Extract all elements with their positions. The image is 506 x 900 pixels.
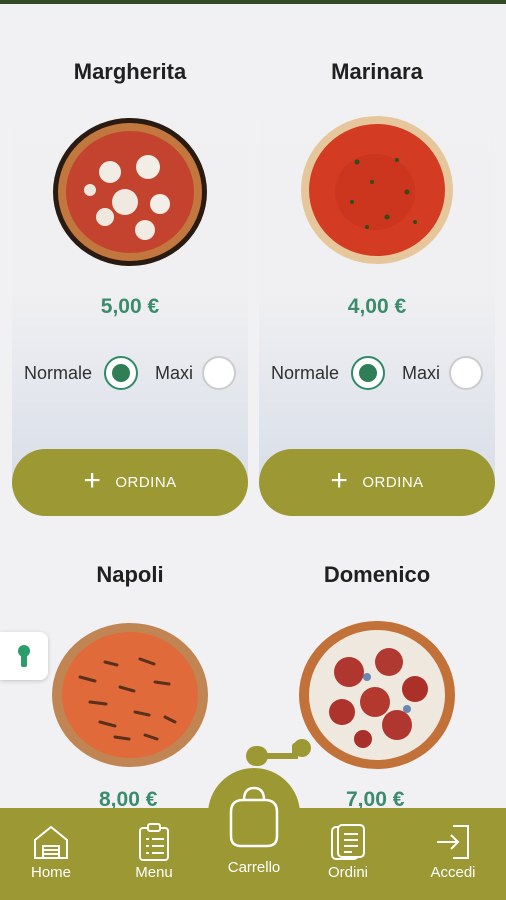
pizza-domenico-image[interactable] [297,617,457,777]
login-icon [437,825,469,859]
pizza-name: Napoli [96,562,164,587]
keyhole-icon [18,645,30,667]
size-normal-label: Normale [271,363,340,383]
cart-bag-icon [229,786,279,848]
plus-icon: + [330,464,349,497]
home-icon [34,825,68,859]
pizza-name: Margherita [73,59,187,84]
nav-cart-label: Carrello [227,859,281,876]
nav-orders-label: Ordini [327,864,368,881]
nav-login-label: Accedi [430,864,476,881]
size-selector: Normale Maxi [259,356,495,392]
pizza-name: Marinara [331,59,423,84]
pizza-napoli-image[interactable] [50,617,210,777]
order-button[interactable]: + ORDINA [12,449,248,516]
plus-icon: + [83,464,102,497]
accessibility-tab[interactable] [0,632,48,680]
order-button-label: ORDINA [362,474,424,491]
size-maxi-radio[interactable] [449,356,483,390]
nav-login[interactable]: Accedi [413,822,493,881]
size-maxi-label: Maxi [402,363,441,383]
pizza-price: 4,00 € [347,295,407,318]
top-bar-line [0,0,506,4]
pizza-card-margherita: Margherita 5,00 € Normale Maxi + ORDINA [12,32,248,516]
pizza-margherita-image[interactable] [50,112,210,272]
nav-home[interactable]: Home [11,822,91,881]
orders-list-icon [331,824,365,860]
pizza-price: 5,00 € [100,295,160,318]
pizza-card-marinara: Marinara 4,00 € Normale Maxi + ORDINA [259,32,495,516]
size-maxi-radio[interactable] [202,356,236,390]
size-normal-radio[interactable] [351,356,385,390]
order-button[interactable]: + ORDINA [259,449,495,516]
clipboard-list-icon [139,823,169,861]
nav-menu[interactable]: Menu [114,822,194,881]
size-selector: Normale Maxi [12,356,248,392]
pizza-name: Domenico [323,562,431,587]
nav-menu-label: Menu [135,864,173,881]
grinder-handle-icon [246,739,311,766]
order-button-label: ORDINA [115,474,177,491]
size-normal-label: Normale [24,363,93,383]
size-normal-radio[interactable] [104,356,138,390]
nav-home-label: Home [30,864,71,881]
nav-cart[interactable]: Carrello [213,782,295,876]
pizza-marinara-image[interactable] [297,112,457,272]
size-maxi-label: Maxi [155,363,194,383]
nav-orders[interactable]: Ordini [308,822,388,881]
